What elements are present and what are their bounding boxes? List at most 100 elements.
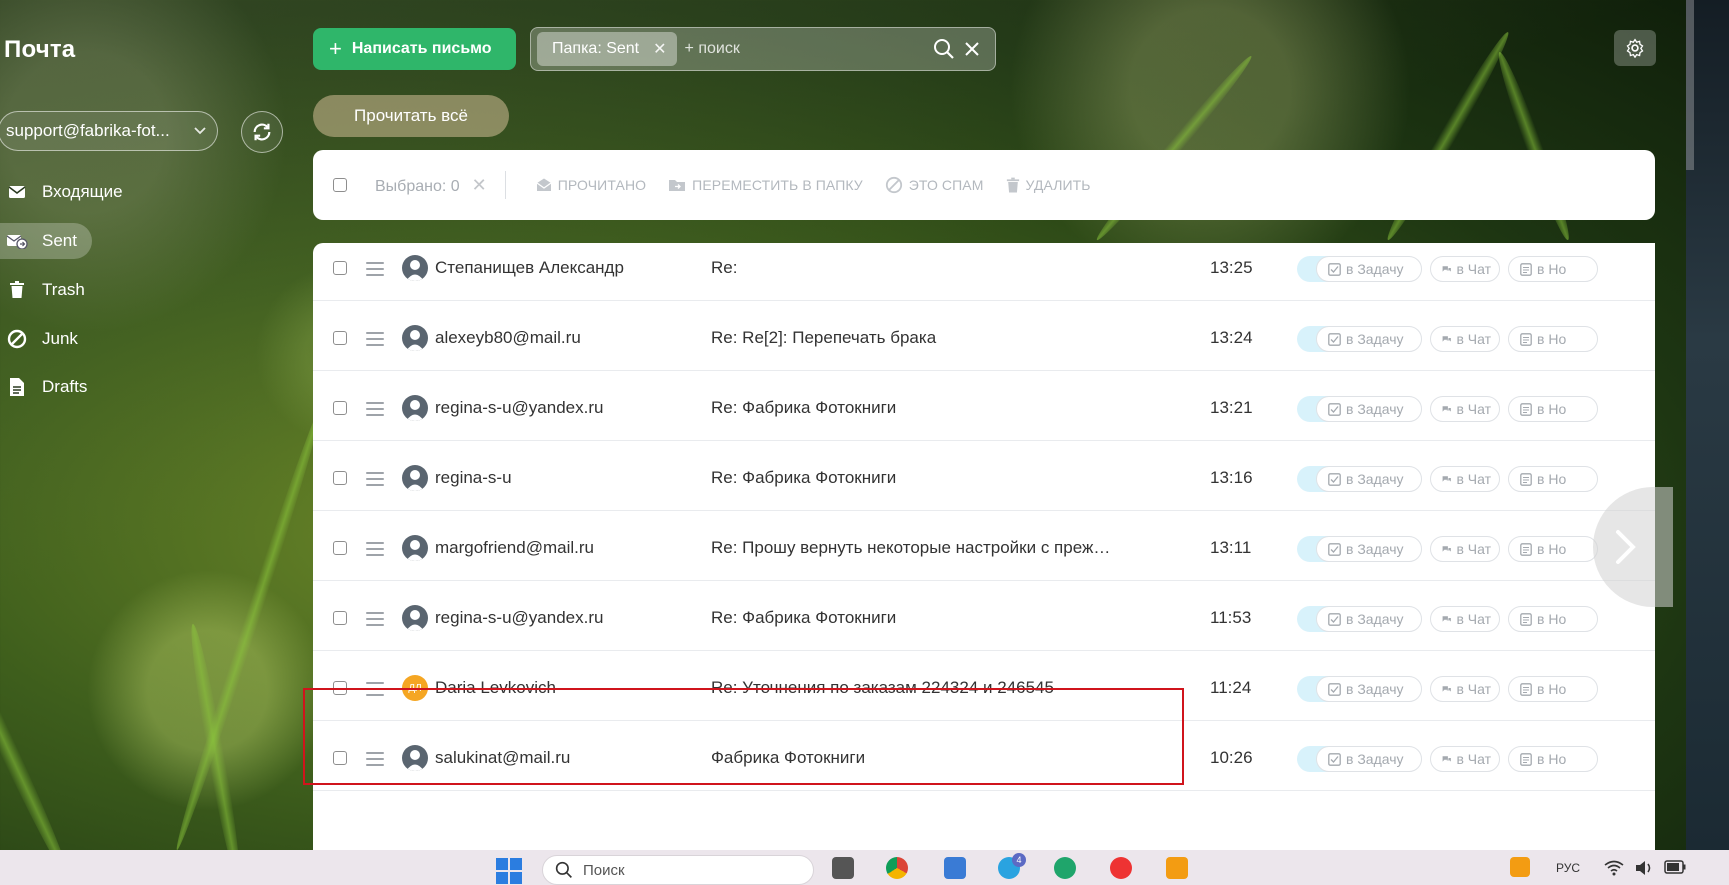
row-checkbox[interactable] <box>333 541 347 555</box>
to-note-button[interactable]: в Но <box>1508 606 1598 632</box>
clear-selection-icon[interactable]: ✕ <box>472 175 487 195</box>
row-checkbox[interactable] <box>333 401 347 415</box>
tray-app-icon[interactable] <box>1510 857 1530 877</box>
to-task-button[interactable]: в Задачу <box>1316 676 1422 702</box>
to-chat-button[interactable]: в Чат <box>1430 466 1500 492</box>
move-to-folder-button[interactable]: ПЕРЕМЕСТИТЬ В ПАПКУ <box>668 177 863 193</box>
note-label: в Но <box>1537 681 1567 697</box>
battery-icon[interactable] <box>1664 860 1686 874</box>
clear-search-icon[interactable] <box>963 40 981 58</box>
folder-drafts[interactable]: Drafts <box>0 369 99 405</box>
move-to-folder-label: ПЕРЕМЕСТИТЬ В ПАПКУ <box>692 177 863 193</box>
note-icon <box>1520 472 1532 486</box>
volume-icon[interactable] <box>1634 860 1654 876</box>
refresh-button[interactable] <box>241 111 283 153</box>
calendar-app-icon[interactable] <box>944 857 966 879</box>
mark-spam-button[interactable]: ЭТО СПАМ <box>885 176 984 194</box>
to-task-button[interactable]: в Задачу <box>1316 536 1422 562</box>
mark-read-button[interactable]: ПРОЧИТАНО <box>536 177 646 193</box>
folder-trash[interactable]: Trash <box>0 272 97 308</box>
message-time: 10:26 <box>1210 748 1253 767</box>
message-row[interactable]: Степанищев Александр Re: 13:25 CRM в Зад… <box>313 243 1655 301</box>
to-task-button[interactable]: в Задачу <box>1316 396 1422 422</box>
to-note-button[interactable]: в Но <box>1508 676 1598 702</box>
to-task-button[interactable]: в Задачу <box>1316 326 1422 352</box>
to-chat-button[interactable]: в Чат <box>1430 326 1500 352</box>
account-select[interactable]: support@fabrika-fot... <box>0 111 218 151</box>
to-task-button[interactable]: в Задачу <box>1316 466 1422 492</box>
app-icon[interactable] <box>1166 857 1188 879</box>
close-icon[interactable]: ✕ <box>653 39 666 59</box>
to-chat-button[interactable]: в Чат <box>1430 536 1500 562</box>
edge-icon[interactable] <box>1054 857 1076 879</box>
note-icon <box>1520 752 1532 766</box>
to-task-button[interactable]: в Задачу <box>1316 606 1422 632</box>
search-input[interactable] <box>684 40 915 58</box>
bulk-toolbar: Выбрано: 0 ✕ ПРОЧИТАНО ПЕРЕМЕСТИТЬ В ПАПК… <box>313 150 1655 220</box>
chat-icon <box>1442 405 1451 412</box>
chat-label: в Чат <box>1456 611 1491 627</box>
chat-label: в Чат <box>1456 401 1491 417</box>
taskbar-search[interactable]: Поиск <box>542 855 814 885</box>
to-note-button[interactable]: в Но <box>1508 396 1598 422</box>
to-note-button[interactable]: в Но <box>1508 536 1598 562</box>
to-chat-button[interactable]: в Чат <box>1430 676 1500 702</box>
folder-label: Sent <box>42 231 77 250</box>
search-bar: Папка: Sent ✕ <box>530 27 996 71</box>
drag-handle-icon[interactable] <box>366 402 384 420</box>
chat-icon <box>1442 685 1451 692</box>
to-chat-button[interactable]: в Чат <box>1430 396 1500 422</box>
read-all-button[interactable]: Прочитать всё <box>313 95 509 137</box>
folder-inbox[interactable]: Входящие <box>0 174 135 210</box>
chrome-icon[interactable] <box>886 857 908 879</box>
note-icon <box>1520 612 1532 626</box>
search-icon[interactable] <box>933 38 955 60</box>
folder-sent[interactable]: Sent <box>0 223 92 259</box>
gear-icon <box>1626 38 1644 58</box>
to-chat-button[interactable]: в Чат <box>1430 256 1500 282</box>
user-icon <box>406 260 424 281</box>
telegram-icon[interactable]: 4 <box>998 853 1026 879</box>
message-row[interactable]: regina-s-u@yandex.ru Re: Фабрика Фотокни… <box>313 581 1655 651</box>
folder-junk[interactable]: Junk <box>0 321 90 357</box>
to-note-button[interactable]: в Но <box>1508 326 1598 352</box>
folder-filter-chip[interactable]: Папка: Sent ✕ <box>537 32 677 66</box>
compose-button[interactable]: + Написать письмо <box>313 28 516 70</box>
message-row[interactable]: regina-s-u@yandex.ru Re: Фабрика Фотокни… <box>313 371 1655 441</box>
windows-start-icon[interactable] <box>496 858 522 885</box>
message-row[interactable]: regina-s-u Re: Фабрика Фотокниги 13:16 C… <box>313 441 1655 511</box>
message-row[interactable]: margofriend@mail.ru Re: Прошу вернуть не… <box>313 511 1655 581</box>
message-time: 13:21 <box>1210 398 1253 417</box>
to-note-button[interactable]: в Но <box>1508 466 1598 492</box>
language-indicator[interactable]: РУС <box>1556 861 1580 875</box>
chat-icon <box>1442 615 1451 622</box>
message-row[interactable]: alexeyb80@mail.ru Re: Re[2]: Перепечать … <box>313 301 1655 371</box>
row-checkbox[interactable] <box>333 331 347 345</box>
drag-handle-icon[interactable] <box>366 612 384 630</box>
scrollbar[interactable] <box>1686 0 1694 170</box>
drag-handle-icon[interactable] <box>366 542 384 560</box>
chat-icon <box>1442 545 1451 552</box>
chat-icon <box>1442 265 1451 272</box>
delete-button[interactable]: УДАЛИТЬ <box>1006 177 1091 194</box>
to-chat-button[interactable]: в Чат <box>1430 746 1500 772</box>
row-checkbox[interactable] <box>333 471 347 485</box>
sender-name: alexeyb80@mail.ru <box>435 328 581 347</box>
row-checkbox[interactable] <box>333 261 347 275</box>
drag-handle-icon[interactable] <box>366 332 384 350</box>
drag-handle-icon[interactable] <box>366 472 384 490</box>
select-all-checkbox[interactable] <box>333 178 347 192</box>
to-note-button[interactable]: в Но <box>1508 256 1598 282</box>
to-note-button[interactable]: в Но <box>1508 746 1598 772</box>
row-checkbox[interactable] <box>333 611 347 625</box>
yandex-browser-icon[interactable] <box>1110 857 1132 879</box>
sender-name: regina-s-u <box>435 468 512 487</box>
files-app-icon[interactable] <box>832 857 854 879</box>
to-task-button[interactable]: в Задачу <box>1316 256 1422 282</box>
avatar <box>402 465 428 491</box>
wifi-icon[interactable] <box>1604 860 1624 876</box>
drag-handle-icon[interactable] <box>366 262 384 280</box>
to-task-button[interactable]: в Задачу <box>1316 746 1422 772</box>
settings-button[interactable] <box>1614 30 1656 66</box>
to-chat-button[interactable]: в Чат <box>1430 606 1500 632</box>
